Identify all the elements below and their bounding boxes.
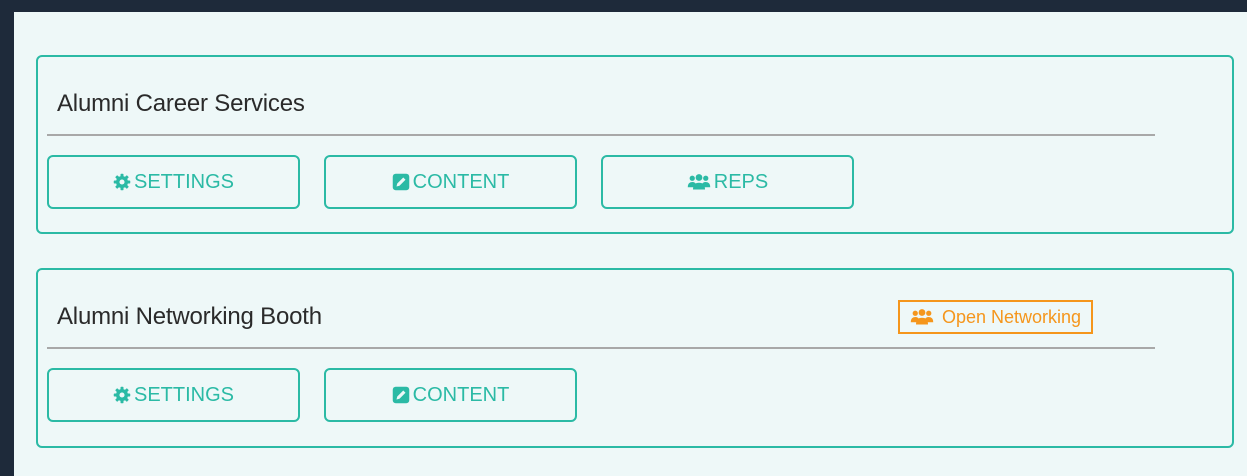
open-networking-badge[interactable]: Open Networking [898, 300, 1094, 334]
gear-icon [113, 173, 131, 191]
content-button-label: CONTENT [412, 170, 510, 193]
users-icon [910, 308, 934, 326]
settings-button-label: SETTINGS [133, 170, 234, 193]
content-button-label: CONTENT [412, 383, 510, 406]
settings-button-label: SETTINGS [133, 383, 234, 406]
edit-icon [392, 386, 410, 404]
users-icon [687, 173, 711, 191]
settings-button[interactable]: SETTINGS [47, 368, 300, 422]
edit-icon [392, 173, 410, 191]
booth-card-alumni-networking-booth: Alumni Networking Booth Open Networking [36, 268, 1234, 448]
booth-list-panel: Alumni Career Services SETTINGS CONTENT … [14, 12, 1247, 476]
gear-icon [113, 386, 131, 404]
divider [47, 134, 1155, 136]
content-button[interactable]: CONTENT [324, 368, 577, 422]
settings-button[interactable]: SETTINGS [47, 155, 300, 209]
reps-button-label: REPS [713, 170, 769, 193]
booth-title: Alumni Networking Booth [57, 303, 322, 330]
divider [47, 347, 1155, 349]
open-networking-label: Open Networking [942, 306, 1082, 327]
booth-card-alumni-career-services: Alumni Career Services SETTINGS CONTENT … [36, 55, 1234, 234]
content-button[interactable]: CONTENT [324, 155, 577, 209]
booth-title: Alumni Career Services [57, 90, 305, 117]
reps-button[interactable]: REPS [601, 155, 854, 209]
